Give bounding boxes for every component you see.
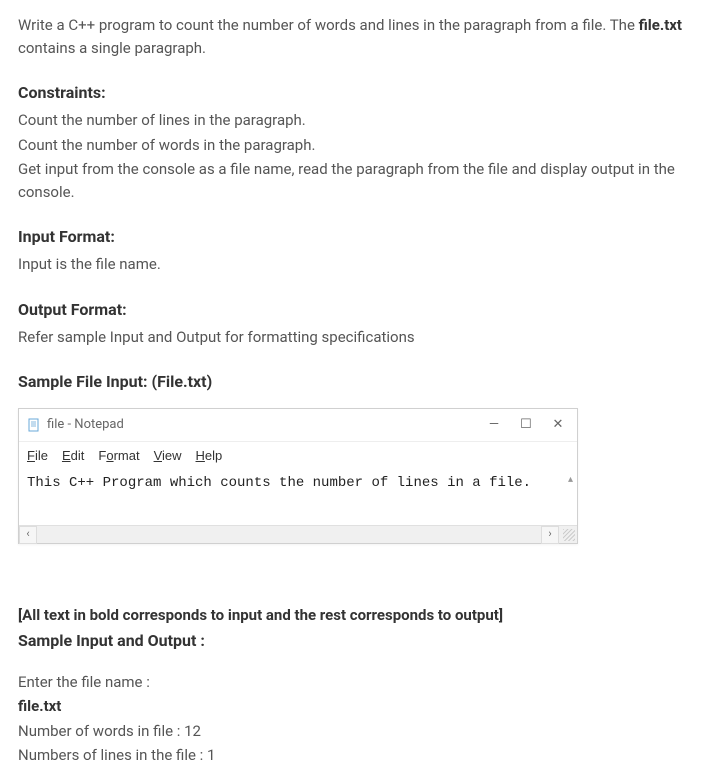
close-button[interactable]: ✕ xyxy=(551,415,565,435)
intro-paragraph: Write a C++ program to count the number … xyxy=(18,14,701,59)
sample-io-note: [All text in bold corresponds to input a… xyxy=(18,604,701,627)
notepad-title-left: file - Notepad xyxy=(27,415,124,435)
notepad-text-content: This C++ Program which counts the number… xyxy=(27,475,531,491)
minimize-button[interactable]: — xyxy=(487,415,501,435)
menu-file[interactable]: File xyxy=(27,446,48,466)
notepad-menubar: File Edit Format View Help xyxy=(19,442,577,470)
sample-io-heading: Sample Input and Output : xyxy=(18,629,701,653)
io-line: Number of words in file : 12 xyxy=(18,720,701,743)
resize-grip-icon[interactable] xyxy=(563,529,575,541)
constraint-line: Count the number of words in the paragra… xyxy=(18,134,701,157)
scroll-right-icon[interactable]: › xyxy=(541,526,559,544)
input-format-heading: Input Format: xyxy=(18,225,701,249)
io-line: Enter the file name : xyxy=(18,671,701,694)
notepad-window: file - Notepad — ☐ ✕ File Edit Format Vi… xyxy=(18,408,578,544)
intro-prefix: Write a C++ program to count the number … xyxy=(18,16,639,34)
output-format-heading: Output Format: xyxy=(18,298,701,322)
notepad-app-icon xyxy=(27,418,41,432)
input-format-body: Input is the file name. xyxy=(18,253,701,276)
intro-suffix: contains a single paragraph. xyxy=(18,39,206,57)
notepad-titlebar: file - Notepad — ☐ ✕ xyxy=(19,409,577,442)
constraints-heading: Constraints: xyxy=(18,81,701,105)
vertical-scroll-up-icon[interactable]: ▴ xyxy=(568,473,573,488)
horizontal-scrollbar[interactable]: ‹ › xyxy=(19,525,577,543)
notepad-window-controls: — ☐ ✕ xyxy=(487,415,569,435)
sample-file-heading: Sample File Input: (File.txt) xyxy=(18,370,701,394)
io-line-input: file.txt xyxy=(18,695,701,718)
notepad-title-text: file - Notepad xyxy=(47,415,124,435)
menu-view[interactable]: View xyxy=(154,446,182,466)
maximize-button[interactable]: ☐ xyxy=(519,415,533,435)
notepad-text-area[interactable]: This C++ Program which counts the number… xyxy=(19,469,577,525)
constraint-line: Count the number of lines in the paragra… xyxy=(18,109,701,132)
output-format-body: Refer sample Input and Output for format… xyxy=(18,326,701,349)
constraint-line: Get input from the console as a file nam… xyxy=(18,158,701,203)
menu-edit[interactable]: Edit xyxy=(62,446,84,466)
menu-help[interactable]: Help xyxy=(196,446,223,466)
intro-bold-filename: file.txt xyxy=(639,16,682,34)
scroll-left-icon[interactable]: ‹ xyxy=(19,526,37,544)
menu-format[interactable]: Format xyxy=(98,446,139,466)
io-line: Numbers of lines in the file : 1 xyxy=(18,744,701,767)
